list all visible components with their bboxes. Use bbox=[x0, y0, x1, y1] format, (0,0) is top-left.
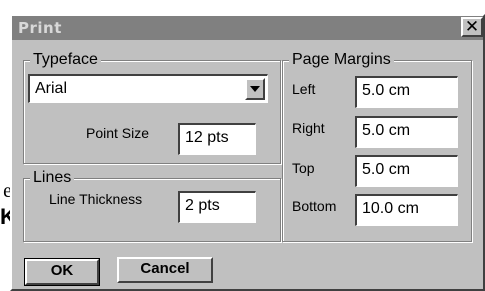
lines-group: Lines Line Thickness 2 pts bbox=[23, 168, 281, 242]
point-size-label: Point Size bbox=[86, 125, 150, 141]
page-margins-group: Page Margins Left 5.0 cm Right 5.0 cm To… bbox=[282, 50, 472, 242]
font-select-value: Arial bbox=[35, 80, 68, 97]
line-thickness-input[interactable]: 2 pts bbox=[178, 191, 256, 223]
font-select-dropdown-button[interactable] bbox=[245, 78, 265, 100]
font-select[interactable]: Arial bbox=[28, 74, 268, 103]
cancel-button[interactable]: Cancel bbox=[117, 257, 213, 283]
ok-button[interactable]: OK bbox=[24, 258, 100, 286]
margin-left-label: Left bbox=[292, 81, 316, 97]
margin-right-value: 5.0 cm bbox=[362, 122, 411, 139]
title-bar[interactable]: Print ✕ bbox=[12, 16, 483, 40]
margin-top-value: 5.0 cm bbox=[362, 161, 411, 178]
margin-top-label: Top bbox=[292, 160, 315, 176]
dialog-title: Print bbox=[18, 19, 62, 37]
typeface-group: Typeface Arial Point Size 12 pts bbox=[23, 50, 281, 164]
margin-bottom-value: 10.0 cm bbox=[362, 200, 419, 217]
typeface-legend: Typeface bbox=[30, 50, 101, 70]
page-margins-legend: Page Margins bbox=[289, 50, 394, 70]
line-thickness-value: 2 pts bbox=[185, 197, 220, 214]
print-dialog: Print ✕ Typeface Arial Point Size 12 pts… bbox=[10, 14, 485, 291]
point-size-input[interactable]: 12 pts bbox=[178, 123, 256, 155]
margin-right-label: Right bbox=[292, 120, 325, 136]
chevron-down-icon bbox=[250, 86, 260, 92]
point-size-value: 12 pts bbox=[185, 129, 229, 146]
close-button[interactable]: ✕ bbox=[461, 17, 483, 37]
line-thickness-label: Line Thickness bbox=[49, 191, 143, 207]
close-icon: ✕ bbox=[464, 17, 480, 37]
margin-right-input[interactable]: 5.0 cm bbox=[355, 116, 458, 148]
margin-left-value: 5.0 cm bbox=[362, 82, 411, 99]
lines-legend: Lines bbox=[30, 168, 75, 188]
margin-left-input[interactable]: 5.0 cm bbox=[355, 76, 458, 108]
margin-bottom-input[interactable]: 10.0 cm bbox=[355, 194, 458, 226]
margin-bottom-label: Bottom bbox=[292, 198, 337, 214]
margin-top-input[interactable]: 5.0 cm bbox=[355, 155, 458, 187]
